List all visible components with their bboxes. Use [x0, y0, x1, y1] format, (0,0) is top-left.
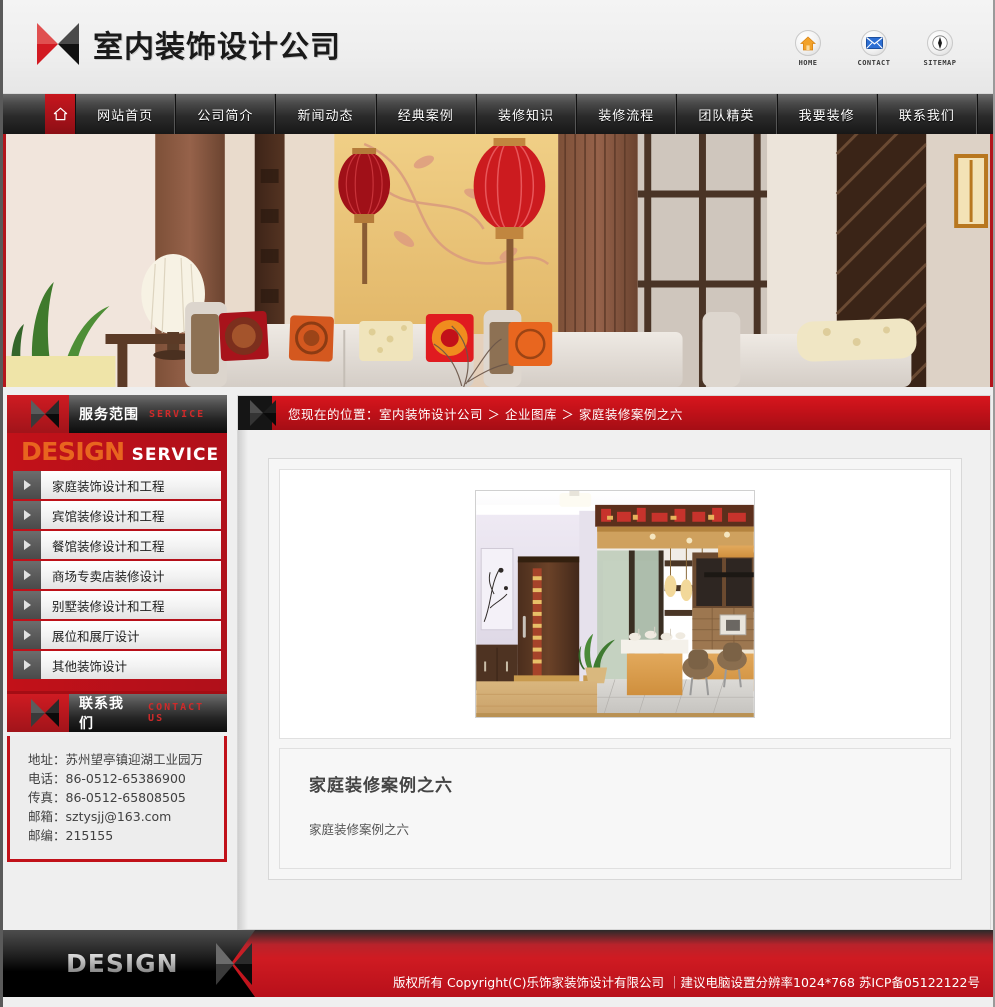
- envelope-icon: [861, 30, 887, 56]
- sidebar-service-title-en: SERVICE: [149, 408, 206, 420]
- sidebar-contact-title-en: CONTACT US: [148, 702, 205, 724]
- quick-link-sitemap-label: SITEMAP: [923, 59, 957, 67]
- quick-link-contact[interactable]: CONTACT: [849, 30, 899, 67]
- sidebar-item-6[interactable]: 其他装饰设计: [13, 651, 221, 679]
- nav-item-1[interactable]: 公司简介: [175, 94, 276, 134]
- nav-home-tab[interactable]: [45, 94, 75, 134]
- sidebar-item-5[interactable]: 展位和展厅设计: [13, 621, 221, 649]
- contact-email: 邮箱：sztysjj@163.com: [28, 809, 172, 824]
- sidebar-item-label-0: 家庭装饰设计和工程: [41, 471, 221, 499]
- sidebar-item-label-6: 其他装饰设计: [41, 651, 221, 679]
- chevron-right-icon: [13, 591, 41, 619]
- body-wrapper: 服务范围 SERVICE DESIGN SERVICE 家庭装饰设计和工程 宾馆…: [3, 387, 993, 930]
- nav-item-3[interactable]: 经典案例: [375, 94, 476, 134]
- contact-postcode: 邮编：215155: [28, 828, 114, 843]
- chevron-right-icon: [13, 471, 41, 499]
- hero-banner: [3, 134, 993, 387]
- chevron-right-icon: [13, 501, 41, 529]
- main-navigation: 网站首页 公司简介 新闻动态 经典案例 装修知识 装修流程 团队精英 我要装修 …: [3, 94, 993, 134]
- chevron-right-icon: [13, 561, 41, 589]
- nav-item-0[interactable]: 网站首页: [75, 94, 176, 134]
- sidebar-item-label-5: 展位和展厅设计: [41, 621, 221, 649]
- sidebar-contact-header: 联系我们 CONTACT US: [7, 694, 227, 732]
- sidebar-item-1[interactable]: 宾馆装修设计和工程: [13, 501, 221, 529]
- design-word: DESIGN: [21, 437, 125, 466]
- sidebar-item-label-2: 餐馆装修设计和工程: [41, 531, 221, 559]
- house-icon: [795, 30, 821, 56]
- contact-phone: 电话：86-0512-65386900: [28, 771, 186, 786]
- sidebar-item-2[interactable]: 餐馆装修设计和工程: [13, 531, 221, 559]
- site-footer: DESIGN 版权所有 Copyright(C)乐饰家装饰设计有限公司 ｜建议电…: [3, 930, 993, 997]
- sidebar-item-0[interactable]: 家庭装饰设计和工程: [13, 471, 221, 499]
- article-image-pane: [279, 469, 951, 739]
- breadcrumb[interactable]: 您现在的位置：室内装饰设计公司 ＞ 企业图库 ＞ 家庭装修案例之六: [288, 404, 683, 423]
- header-quick-links: HOME CONTACT SITEMAP: [783, 30, 965, 67]
- article-title: 家庭装修案例之六: [309, 776, 453, 796]
- diamond-accent-icon: [31, 400, 59, 428]
- nav-item-5[interactable]: 装修流程: [576, 94, 677, 134]
- page-root: 室内装饰设计公司 HOME CONTACT SITEMAP 网站首页 公司简介 …: [0, 0, 995, 1007]
- nav-item-6[interactable]: 团队精英: [676, 94, 777, 134]
- sidebar-service-header: 服务范围 SERVICE: [7, 395, 227, 433]
- sidebar-item-4[interactable]: 别墅装修设计和工程: [13, 591, 221, 619]
- quick-link-home[interactable]: HOME: [783, 30, 833, 67]
- nav-left-spacer: [3, 94, 45, 134]
- quick-link-sitemap[interactable]: SITEMAP: [915, 30, 965, 67]
- nav-item-4[interactable]: 装修知识: [475, 94, 577, 134]
- content-column: 您现在的位置：室内装饰设计公司 ＞ 企业图库 ＞ 家庭装修案例之六 家庭装修案例…: [237, 395, 991, 930]
- sidebar: 服务范围 SERVICE DESIGN SERVICE 家庭装饰设计和工程 宾馆…: [7, 395, 227, 930]
- article-card: 家庭装修案例之六 家庭装修案例之六: [268, 458, 962, 880]
- nav-item-8[interactable]: 联系我们: [876, 94, 977, 134]
- contact-fax: 传真：86-0512-65808505: [28, 790, 186, 805]
- diamond-accent-icon: [250, 400, 276, 426]
- sidebar-item-label-1: 宾馆装修设计和工程: [41, 501, 221, 529]
- diamond-accent-icon: [216, 942, 252, 985]
- quick-link-home-label: HOME: [798, 59, 818, 67]
- chevron-right-icon: [13, 621, 41, 649]
- nav-right-spacer: [976, 94, 993, 134]
- service-word: SERVICE: [131, 445, 220, 465]
- nav-item-7[interactable]: 我要装修: [776, 94, 877, 134]
- article-text-pane: 家庭装修案例之六 家庭装修案例之六: [279, 748, 951, 869]
- diamond-accent-icon: [31, 699, 59, 727]
- breadcrumb-bar: 您现在的位置：室内装饰设计公司 ＞ 企业图库 ＞ 家庭装修案例之六: [238, 396, 990, 430]
- sidebar-contact-title-cn: 联系我们: [79, 696, 124, 732]
- design-service-banner: DESIGN SERVICE: [13, 433, 221, 471]
- sidebar-item-label-4: 别墅装修设计和工程: [41, 591, 221, 619]
- logo-block[interactable]: 室内装饰设计公司: [37, 22, 341, 66]
- page-title: 室内装饰设计公司: [93, 30, 341, 65]
- footer-copyright: 版权所有 Copyright(C)乐饰家装饰设计有限公司 ｜建议电脑设置分辨率1…: [393, 975, 980, 990]
- footer-brand-word: DESIGN: [66, 949, 179, 978]
- sidebar-contact-info: 地址：苏州望亭镇迎湖工业园万 电话：86-0512-65386900 传真：86…: [7, 736, 227, 862]
- diamond-logo-icon: [37, 23, 79, 65]
- sidebar-service-list: DESIGN SERVICE 家庭装饰设计和工程 宾馆装修设计和工程 餐馆装修设…: [7, 433, 227, 694]
- content-inner: 家庭装修案例之六 家庭装修案例之六: [238, 430, 990, 929]
- armchair: [702, 312, 917, 387]
- chevron-right-icon: [13, 531, 41, 559]
- nav-item-2[interactable]: 新闻动态: [275, 94, 376, 134]
- sidebar-item-label-3: 商场专卖店装修设计: [41, 561, 221, 589]
- chevron-right-icon: [13, 651, 41, 679]
- site-header: 室内装饰设计公司 HOME CONTACT SITEMAP: [3, 0, 993, 94]
- article-body: 家庭装修案例之六: [309, 822, 410, 837]
- hero-banner-image: [6, 134, 990, 387]
- article-image[interactable]: [475, 490, 755, 718]
- quick-link-contact-label: CONTACT: [857, 59, 891, 67]
- sidebar-service-title-cn: 服务范围: [79, 407, 139, 423]
- sidebar-item-3[interactable]: 商场专卖店装修设计: [13, 561, 221, 589]
- contact-address: 地址：苏州望亭镇迎湖工业园万: [28, 752, 204, 767]
- house-outline-icon: [53, 107, 67, 121]
- compass-icon: [927, 30, 953, 56]
